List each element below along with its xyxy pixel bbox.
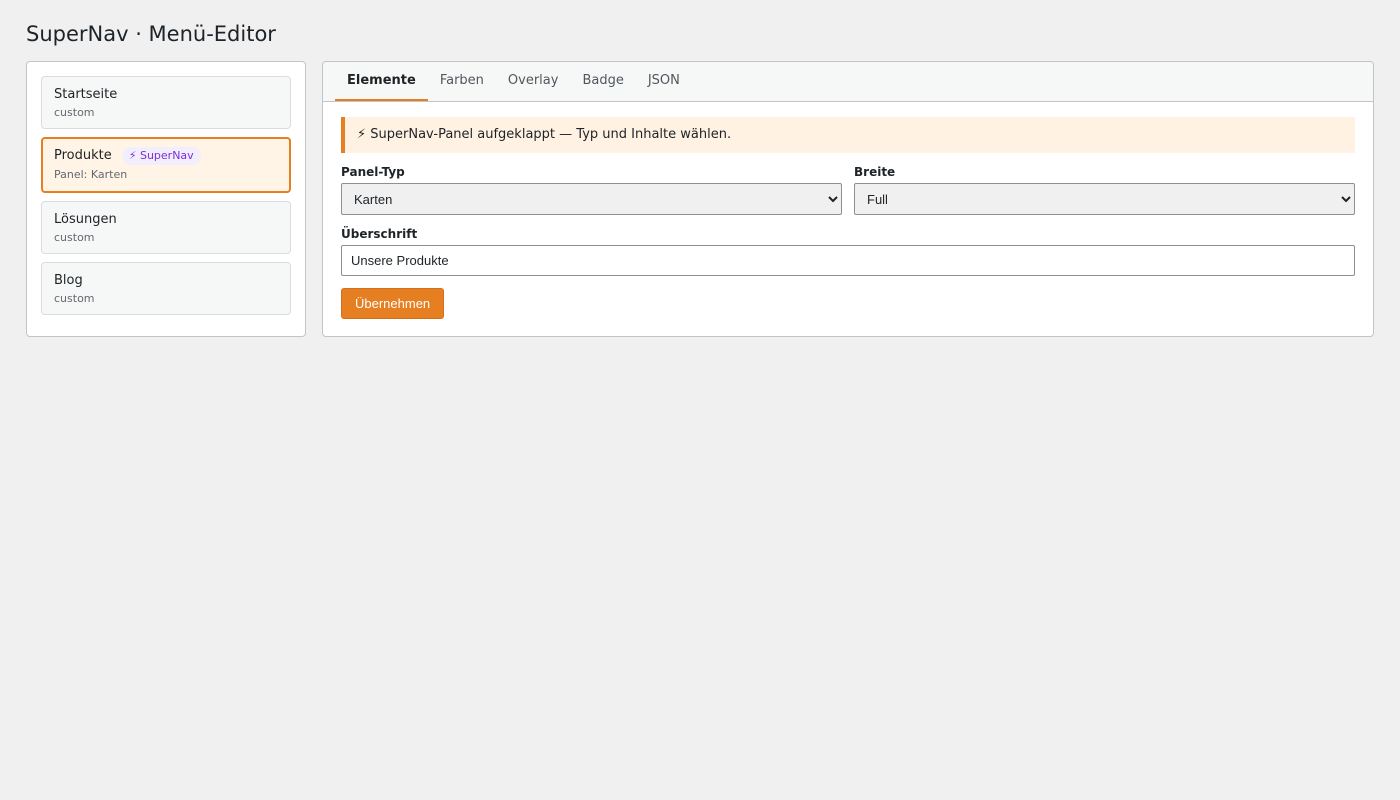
apply-button[interactable]: Übernehmen [341, 288, 445, 319]
menu-item-type: custom [54, 231, 95, 244]
panel-type-label: Panel-Typ [341, 165, 405, 179]
tab-overlay[interactable]: Overlay [496, 62, 571, 101]
menu-item-label: Blog [54, 273, 83, 288]
heading-input[interactable] [341, 245, 1355, 276]
width-label: Breite [854, 165, 896, 179]
width-select[interactable]: Full [854, 183, 1355, 215]
menu-item-type: custom [54, 106, 95, 119]
editor-panel: Elemente Farben Overlay Badge JSON ⚡ Sup… [322, 61, 1374, 337]
supernav-badge: ⚡ SuperNav [121, 147, 201, 165]
menu-item-blog[interactable]: Blog custom [41, 262, 291, 315]
menu-items-sidebar: Startseite custom Produkte ⚡ SuperNav Pa… [26, 61, 306, 337]
page-title: SuperNav · Menü-Editor [26, 22, 276, 46]
menu-item-label: Lösungen [54, 212, 117, 227]
menu-item-type: Panel: Karten [54, 168, 128, 181]
menu-item-label: Startseite [54, 87, 118, 102]
panel-type-select[interactable]: Karten [341, 183, 842, 215]
tab-json[interactable]: JSON [636, 62, 692, 101]
menu-item-startseite[interactable]: Startseite custom [41, 76, 291, 129]
heading-label: Überschrift [341, 227, 418, 241]
tab-badge[interactable]: Badge [570, 62, 635, 101]
menu-item-label: Produkte [54, 148, 112, 163]
menu-item-produkte[interactable]: Produkte ⚡ SuperNav Panel: Karten [41, 137, 291, 193]
tab-farben[interactable]: Farben [428, 62, 496, 101]
menu-item-loesungen[interactable]: Lösungen custom [41, 201, 291, 254]
editor-tabs: Elemente Farben Overlay Badge JSON [323, 62, 1373, 102]
menu-item-type: custom [54, 292, 95, 305]
panel-notice: ⚡ SuperNav-Panel aufgeklappt — Typ und I… [341, 117, 1355, 153]
tab-elemente[interactable]: Elemente [335, 62, 428, 101]
